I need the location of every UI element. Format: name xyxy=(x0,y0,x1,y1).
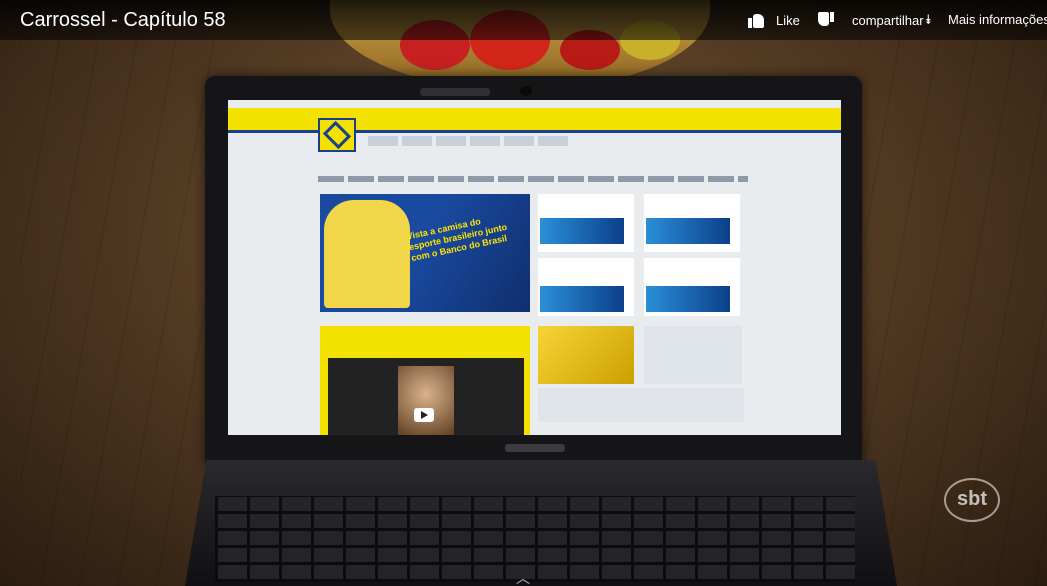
site-card xyxy=(538,258,634,316)
site-nav xyxy=(368,136,568,146)
search-form-box xyxy=(644,326,742,384)
more-info-button[interactable]: Mais informações xyxy=(948,12,1047,27)
video-top-bar: Carrossel - Capítulo 58 Like compartilha… xyxy=(0,0,1047,40)
dislike-button[interactable] xyxy=(818,12,834,28)
webcam-icon xyxy=(520,86,532,96)
thumbs-up-icon xyxy=(748,12,764,28)
site-video xyxy=(328,358,524,435)
site-card xyxy=(538,194,634,252)
bank-logo-icon xyxy=(318,118,356,152)
laptop-brand-plate xyxy=(505,444,565,452)
share-arrow-icon: ⯯ xyxy=(924,12,933,27)
jersey-image xyxy=(324,200,410,308)
like-label: Like xyxy=(776,12,800,28)
site-card xyxy=(644,258,740,316)
lid-hinge xyxy=(420,88,490,96)
laptop-screen: Vista a camisa do esporte brasileiro jun… xyxy=(228,100,841,435)
sbt-watermark-logo: sbt xyxy=(944,478,1000,522)
site-card xyxy=(644,194,740,252)
share-button[interactable]: compartilhar ⯯ xyxy=(852,12,932,28)
share-label: compartilhar xyxy=(852,12,924,28)
more-info-label: Mais informações xyxy=(948,12,1047,27)
video-frame[interactable]: Vista a camisa do esporte brasileiro jun… xyxy=(0,0,1047,586)
site-menu xyxy=(318,176,748,182)
wood-texture xyxy=(20,40,220,586)
promo-box xyxy=(538,326,634,384)
video-thumbnail xyxy=(398,366,454,435)
play-icon xyxy=(414,408,434,422)
laptop-keyboard xyxy=(215,496,855,582)
links-box xyxy=(538,388,744,422)
chevron-up-icon[interactable]: ︿ xyxy=(516,568,530,586)
video-title[interactable]: Carrossel - Capítulo 58 xyxy=(20,9,226,32)
thumbs-down-icon xyxy=(818,12,834,28)
like-button[interactable]: Like xyxy=(748,12,800,28)
